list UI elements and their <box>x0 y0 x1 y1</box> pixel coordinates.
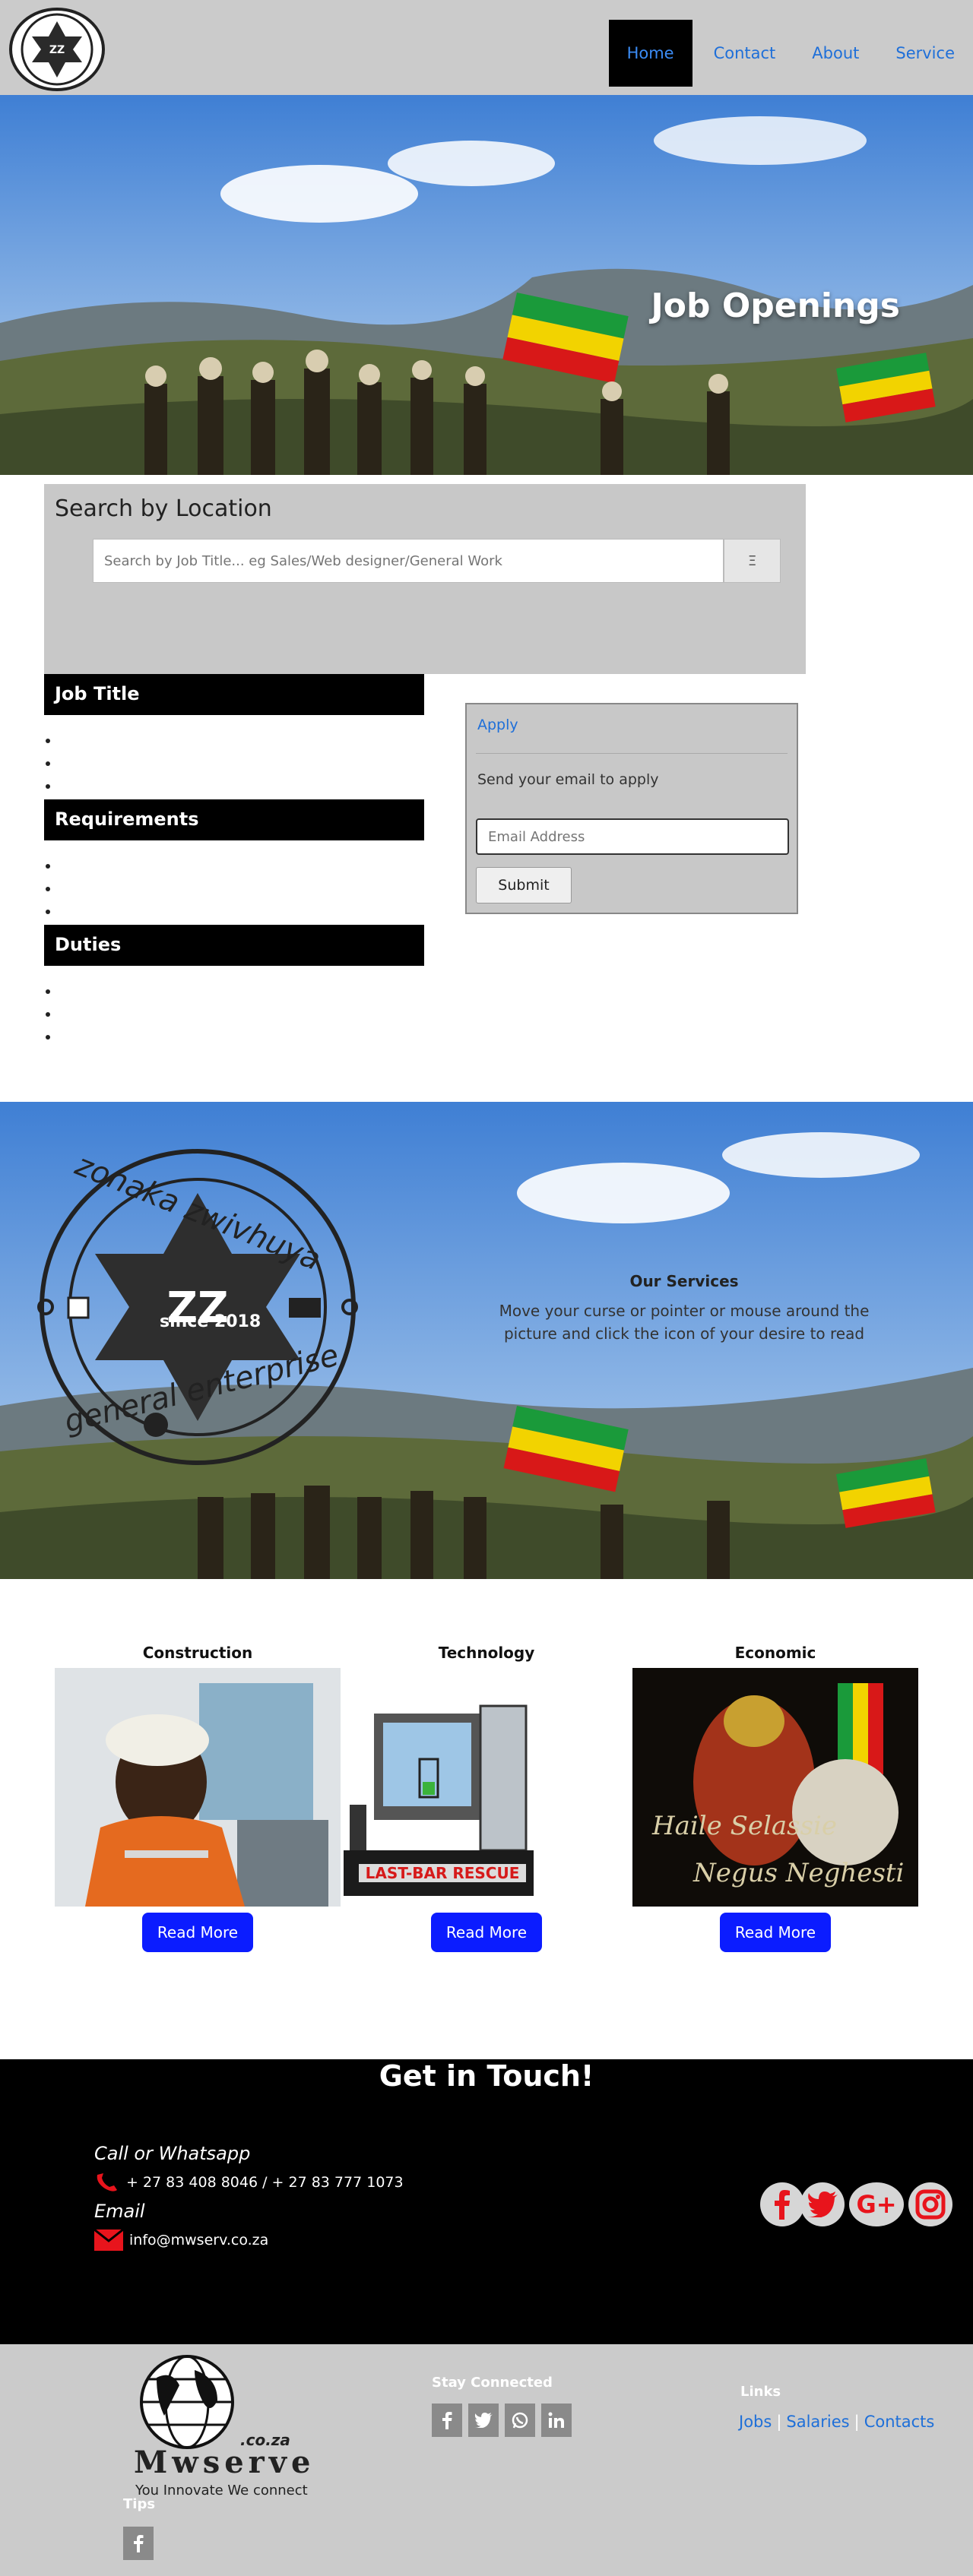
list-item <box>46 879 348 902</box>
list-item <box>46 1005 348 1027</box>
brand-name: Mwserve <box>134 2445 315 2480</box>
services-intro: Our Services Move your curse or pointer … <box>471 1272 897 1345</box>
divider <box>476 753 788 754</box>
search-heading: Search by Location <box>55 495 272 522</box>
whatsapp-icon[interactable] <box>505 2404 535 2437</box>
facebook-icon[interactable] <box>432 2404 462 2437</box>
apply-link[interactable]: Apply <box>477 717 518 733</box>
phone-numbers[interactable]: + 27 83 408 8046 / + 27 83 777 1073 <box>126 2174 404 2191</box>
footer-link-jobs[interactable]: Jobs <box>739 2413 772 2431</box>
services-description: Move your curse or pointer or mouse arou… <box>499 1302 870 1343</box>
job-title-list <box>44 731 348 799</box>
list-item <box>46 902 348 925</box>
list-item <box>46 1027 348 1050</box>
apply-form: Apply Send your email to apply Submit <box>465 703 798 914</box>
card-title: Technology <box>438 1644 535 1662</box>
footer-links: Jobs | Salaries | Contacts <box>739 2413 934 2431</box>
list-item <box>46 754 348 777</box>
email-label: Email <box>94 2201 145 2222</box>
brand-tagline: You Innovate We connect <box>135 2483 308 2498</box>
card-title: Economic <box>734 1644 816 1662</box>
list-item <box>46 777 348 799</box>
google-plus-icon[interactable]: G+ <box>849 2182 904 2226</box>
negus-neghesti-text: Negus Neghesti <box>693 1858 905 1888</box>
last-bar-rescue-text: LAST-BAR RESCUE <box>359 1864 526 1882</box>
logo-emblem-icon: ZZ <box>21 13 93 86</box>
duties-heading: Duties <box>44 925 424 966</box>
search-menu-button[interactable]: Ξ <box>724 539 781 583</box>
card-title: Construction <box>142 1644 253 1662</box>
phone-icon <box>97 2173 117 2191</box>
svg-text:ZZ: ZZ <box>49 44 65 56</box>
facebook-icon[interactable] <box>123 2527 154 2560</box>
links-heading: Links <box>740 2384 781 2400</box>
globe-icon <box>140 2355 234 2449</box>
footer-link-salaries[interactable]: Salaries <box>786 2413 849 2431</box>
envelope-icon <box>94 2229 123 2251</box>
twitter-icon[interactable] <box>468 2404 499 2437</box>
mail-icon <box>67 1296 90 1319</box>
call-label: Call or Whatsapp <box>94 2143 251 2164</box>
hero-title: Job Openings <box>651 286 900 325</box>
instagram-icon[interactable] <box>908 2182 952 2226</box>
linkedin-icon[interactable] <box>541 2404 572 2437</box>
hero-landscape-image <box>0 95 973 475</box>
site-logo[interactable]: ZZ <box>9 8 105 91</box>
search-panel: Search by Location Ξ <box>44 484 806 674</box>
top-nav: ZZ Home Contact About Service <box>0 0 973 95</box>
nav-contact[interactable]: Contact <box>696 20 794 87</box>
mwserve-logo[interactable]: .co.za Mwserve You Innovate We connect <box>134 2355 324 2507</box>
email-field[interactable] <box>476 818 789 855</box>
read-more-button[interactable]: Read More <box>430 1913 543 1952</box>
list-item <box>46 856 348 879</box>
duties-list <box>44 982 348 1050</box>
requirements-list <box>44 856 348 925</box>
hero-banner: Job Openings <box>0 95 973 475</box>
emblem-since-text: since 2018 <box>160 1312 261 1331</box>
svg-text:G+: G+ <box>856 2190 896 2219</box>
email-address[interactable]: info@mwserv.co.za <box>129 2232 268 2248</box>
phone-line: + 27 83 408 8046 / + 27 83 777 1073 <box>94 2172 404 2193</box>
link-separator: | <box>854 2413 860 2431</box>
footer-link-contacts[interactable]: Contacts <box>864 2413 935 2431</box>
haile-selassie-text: Haile Selassie <box>652 1811 838 1841</box>
service-card-construction: Construction Read More <box>55 1638 341 1952</box>
service-card-economic: Economic Haile Selassie Negus Neghesti R… <box>632 1638 918 1952</box>
nav-home[interactable]: Home <box>608 20 693 87</box>
service-card-technology: Technology LAST-BAR RESCUE Read More <box>344 1638 629 1952</box>
facebook-icon[interactable] <box>760 2182 804 2226</box>
apply-instructions: Send your email to apply <box>477 771 659 788</box>
job-title-heading: Job Title <box>44 674 424 715</box>
truck-icon <box>289 1298 321 1318</box>
read-more-button[interactable]: Read More <box>141 1913 254 1952</box>
list-item <box>46 731 348 754</box>
services-banner: ZZ zonaka zwivhuya since 2018 general en… <box>0 1102 973 1579</box>
job-search-input[interactable] <box>93 539 724 583</box>
email-line: info@mwserv.co.za <box>94 2229 268 2251</box>
services-title: Our Services <box>629 1272 739 1290</box>
read-more-button[interactable]: Read More <box>719 1913 832 1952</box>
submit-button[interactable]: Submit <box>476 867 572 903</box>
footer: .co.za Mwserve You Innovate We connect S… <box>0 2344 973 2576</box>
technology-image: LAST-BAR RESCUE <box>344 1668 629 1907</box>
stay-connected-heading: Stay Connected <box>432 2375 553 2391</box>
list-item <box>46 982 348 1005</box>
twitter-icon[interactable] <box>800 2182 845 2226</box>
economic-image: Haile Selassie Negus Neghesti <box>632 1668 918 1907</box>
get-in-touch-title: Get in Touch! <box>379 2059 594 2093</box>
requirements-heading: Requirements <box>44 799 424 840</box>
nav-service[interactable]: Service <box>877 20 973 87</box>
link-separator: | <box>776 2413 782 2431</box>
nav-about[interactable]: About <box>794 20 877 87</box>
construction-image <box>55 1668 341 1907</box>
tips-heading: Tips <box>123 2496 156 2512</box>
